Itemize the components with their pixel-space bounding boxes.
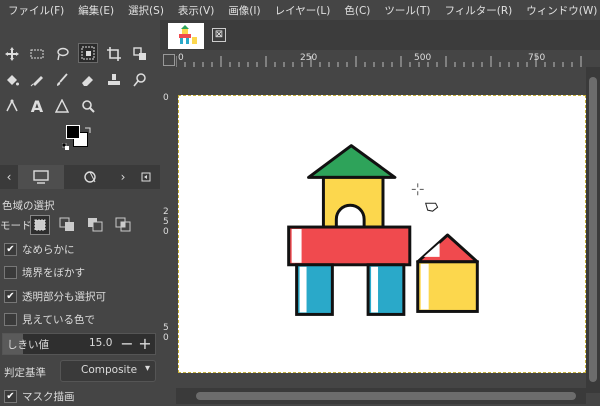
sample-merged-checkbox[interactable]: 見えている色で [4,310,95,328]
ruler-label-250: 250 [300,53,318,63]
tab-scroll-left[interactable]: ‹ [0,165,18,189]
rect-select-tool-icon[interactable] [27,44,47,64]
tab-device-status[interactable] [66,165,114,189]
ruler-label-0: 0 [178,53,184,63]
horizontal-scrollbar[interactable] [176,388,586,404]
threshold-label: しきい値 [7,339,49,351]
menu-item[interactable]: ウィンドウ(W) [518,3,600,18]
menu-item[interactable]: レイヤー(L) [267,3,337,18]
draw-mask-checkbox[interactable]: ✔ マスク描画 [4,387,75,405]
mode-row: モード: [0,215,160,235]
quick-mask-toggle-icon[interactable] [163,54,175,66]
swap-colors-icon[interactable] [84,124,92,133]
menu-item[interactable]: 色(C) [336,3,376,18]
horizontal-ruler: 0 250 500 750 [176,52,586,68]
vruler-label: 0 [163,93,169,103]
mode-subtract-button[interactable] [86,215,104,233]
measure-tool-icon[interactable] [52,96,72,116]
criterion-value: Composite [81,364,138,376]
menu-item[interactable]: 編集(E) [70,3,120,18]
reset-colors-icon[interactable] [61,140,69,150]
vruler-label: 5 [163,323,169,333]
tab-scroll-right[interactable]: › [114,165,132,189]
vruler-label: 0 [163,333,169,343]
threshold-decrement-button[interactable]: − [119,334,135,354]
dock-tabs: ‹ › [0,165,160,189]
criterion-label: 判定基準 [4,367,46,379]
sample-merged-check-icon [4,312,17,326]
feather-check-icon [4,265,17,279]
tab-menu-icon[interactable] [136,165,156,189]
fuzzy-select-tool-icon[interactable] [78,43,98,63]
ruler-ticks [176,56,582,67]
threshold-value[interactable]: 15.0 [89,337,112,349]
paintbrush-tool-icon[interactable] [52,70,72,90]
image-tab-bar: ⊠ [160,20,600,50]
menu-item[interactable]: ファイル(F) [0,3,70,18]
tab-tool-options[interactable] [18,165,64,189]
mask-check-icon: ✔ [4,389,17,403]
menu-item[interactable]: 選択(S) [120,3,170,18]
menu-item[interactable]: ツール(T) [376,3,436,18]
menu-item[interactable]: 表示(V) [170,3,220,18]
eraser-tool-icon[interactable] [78,70,98,90]
chevron-down-icon: ▾ [144,363,150,374]
mode-intersect-button[interactable] [114,215,132,233]
transform-tool-icon[interactable] [130,44,150,64]
ruler-label-500: 500 [414,53,432,63]
vertical-scrollbar[interactable] [586,67,600,393]
feather-checkbox[interactable]: 境界をぼかす [4,263,85,281]
vertical-ruler: 0 2 5 0 5 0 [160,67,176,397]
threshold-spinbox[interactable]: しきい値 15.0 − + [2,333,156,355]
menu-item[interactable]: フィルター(R) [436,3,518,18]
transparent-checkbox[interactable]: ✔ 透明部分も選択可 [4,287,106,305]
antialias-check-icon: ✔ [4,242,17,256]
close-tab-icon[interactable]: ⊠ [212,28,226,42]
scroll-thumb[interactable] [589,77,597,382]
antialias-checkbox[interactable]: ✔ なめらかに [4,240,75,258]
text-tool-icon[interactable]: A [27,96,47,116]
menu-bar: ファイル(F) 編集(E) 選択(S) 表示(V) 画像(I) レイヤー(L) 色(C) ツー… [0,0,600,20]
paths-tool-icon[interactable] [2,96,22,116]
zoom-tool-icon[interactable] [78,96,98,116]
mode-replace-button[interactable] [30,215,50,235]
scroll-thumb[interactable] [196,392,576,400]
smudge-tool-icon[interactable] [130,70,150,90]
threshold-increment-button[interactable]: + [137,334,153,354]
blocks-drawing [287,144,479,316]
vruler-label: 5 [163,217,169,227]
move-tool-icon[interactable] [2,44,22,64]
vruler-label: 0 [163,227,169,237]
foreground-color-swatch[interactable] [66,125,80,139]
ruler-label-750: 750 [528,53,546,63]
criterion-select[interactable]: Composite ▾ [60,360,156,382]
ink-tool-icon[interactable] [27,70,47,90]
crop-tool-icon[interactable] [104,44,124,64]
vruler-label: 2 [163,207,169,217]
tool-options-title: 色域の選択 [2,200,55,212]
menu-item[interactable]: 画像(I) [220,3,266,18]
transparent-check-icon: ✔ [4,289,17,303]
image-thumbnail[interactable] [168,23,204,49]
lasso-tool-icon[interactable] [52,44,72,64]
image-canvas[interactable] [178,95,586,373]
clone-tool-icon[interactable] [104,70,124,90]
bucket-fill-tool-icon[interactable] [2,70,22,90]
mode-add-button[interactable] [58,215,76,233]
